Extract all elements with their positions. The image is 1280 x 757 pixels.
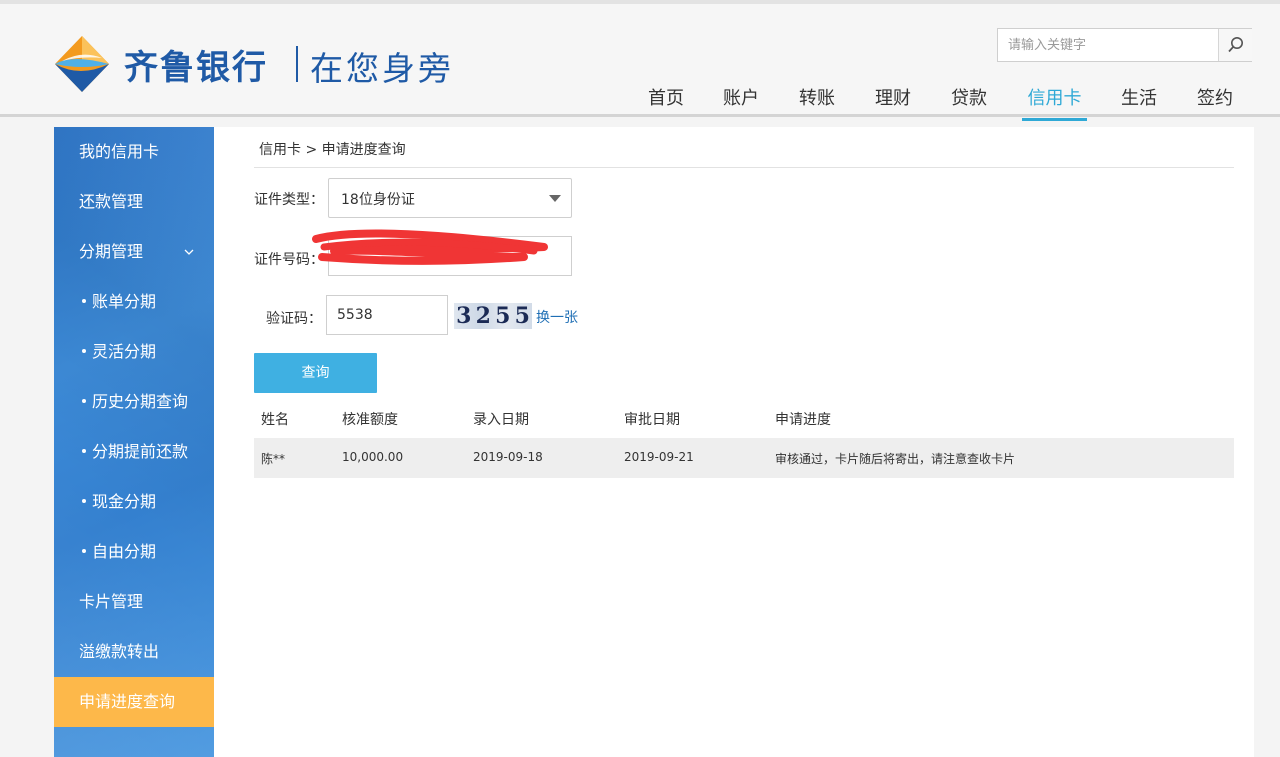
bullet-icon [82,448,86,453]
column-header-name: 姓名 [261,412,289,428]
id-type-label: 证件类型： [254,192,324,208]
search-icon [1227,37,1243,53]
sidebar-item-label: 自由分期 [92,542,157,561]
column-header-progress: 申请进度 [775,412,831,428]
sidebar-item-my-credit-card[interactable]: 我的信用卡 [54,127,214,177]
sidebar-item-label: 卡片管理 [79,592,144,611]
sidebar-item-early-repayment[interactable]: 分期提前还款 [54,427,214,477]
query-button[interactable]: 查询 [254,353,377,393]
id-type-value: 18位身份证 [341,192,415,208]
search-button[interactable] [1218,29,1252,61]
sidebar: 我的信用卡 还款管理 分期管理 账单分期 灵活分期 历史分期查询 分期提前还款 … [54,127,214,757]
sidebar-item-installment-history[interactable]: 历史分期查询 [54,377,214,427]
bullet-icon [82,348,86,353]
bullet-icon [82,498,86,503]
breadcrumb-divider [254,167,1234,168]
captcha-label: 验证码： [266,311,322,327]
id-number-input[interactable] [328,236,572,276]
main-content: 信用卡 > 申请进度查询 证件类型： 18位身份证 证件号码： 验证码： 553… [214,127,1254,757]
bank-logo[interactable]: 齐鲁银行 在您身旁 [52,34,482,96]
captcha-char: 2 [475,303,491,329]
cell-approval-date: 2019-09-21 [624,450,694,464]
id-type-select[interactable]: 18位身份证 [328,178,572,218]
sidebar-item-repayment[interactable]: 还款管理 [54,177,214,227]
site-header: 齐鲁银行 在您身旁 首页 账户 转账 理财 贷款 信用卡 生活 签约 [0,4,1280,121]
id-number-label: 证件号码： [254,252,324,268]
sidebar-item-label: 分期管理 [79,242,144,261]
sidebar-item-application-progress[interactable]: 申请进度查询 [54,677,214,727]
column-header-approval-date: 审批日期 [624,412,680,428]
cell-entry-date: 2019-09-18 [473,450,543,464]
sidebar-item-overpayment-transfer[interactable]: 溢缴款转出 [54,627,214,677]
bank-name: 齐鲁银行 [124,48,268,88]
breadcrumb: 信用卡 > 申请进度查询 [259,142,406,158]
sidebar-item-installment[interactable]: 分期管理 [54,227,214,277]
sidebar-item-flexible-installment[interactable]: 灵活分期 [54,327,214,377]
cell-limit: 10,000.00 [342,450,404,464]
search-input[interactable] [998,29,1216,61]
captcha-char: 3 [456,303,472,329]
captcha-input[interactable]: 5538 [326,295,448,335]
column-header-limit: 核准额度 [342,412,398,428]
chevron-down-icon [184,227,194,277]
search-box [997,28,1252,62]
sidebar-item-label: 我的信用卡 [79,142,160,161]
caret-down-icon [549,195,561,202]
captcha-refresh-link[interactable]: 换一张 [536,307,578,327]
sidebar-item-cash-installment[interactable]: 现金分期 [54,477,214,527]
sidebar-item-label: 现金分期 [92,492,157,511]
logo-mark-icon [55,36,109,92]
logo-divider [296,46,298,82]
sidebar-item-label: 溢缴款转出 [79,642,160,661]
header-divider [0,114,1280,117]
table-row: 陈** 10,000.00 2019-09-18 2019-09-21 审核通过… [254,438,1234,478]
sidebar-item-bill-installment[interactable]: 账单分期 [54,277,214,327]
sidebar-item-label: 灵活分期 [92,342,157,361]
captcha-char: 5 [514,303,530,329]
cell-progress: 审核通过，卡片随后将寄出，请注意查收卡片 [775,452,1016,466]
captcha-char: 5 [495,303,511,329]
sidebar-item-label: 历史分期查询 [92,392,189,411]
sidebar-item-card-management[interactable]: 卡片管理 [54,577,214,627]
bank-slogan: 在您身旁 [310,49,454,88]
column-header-entry-date: 录入日期 [473,412,529,428]
captcha-image[interactable]: 3 2 5 5 [454,303,532,329]
sidebar-item-label: 申请进度查询 [79,692,176,711]
sidebar-item-label: 分期提前还款 [92,442,189,461]
bullet-icon [82,398,86,403]
cell-name: 陈** [261,452,286,466]
sidebar-item-label: 还款管理 [79,192,144,211]
bullet-icon [82,298,86,303]
sidebar-item-free-installment[interactable]: 自由分期 [54,527,214,577]
sidebar-item-label: 账单分期 [92,292,157,311]
bullet-icon [82,548,86,553]
